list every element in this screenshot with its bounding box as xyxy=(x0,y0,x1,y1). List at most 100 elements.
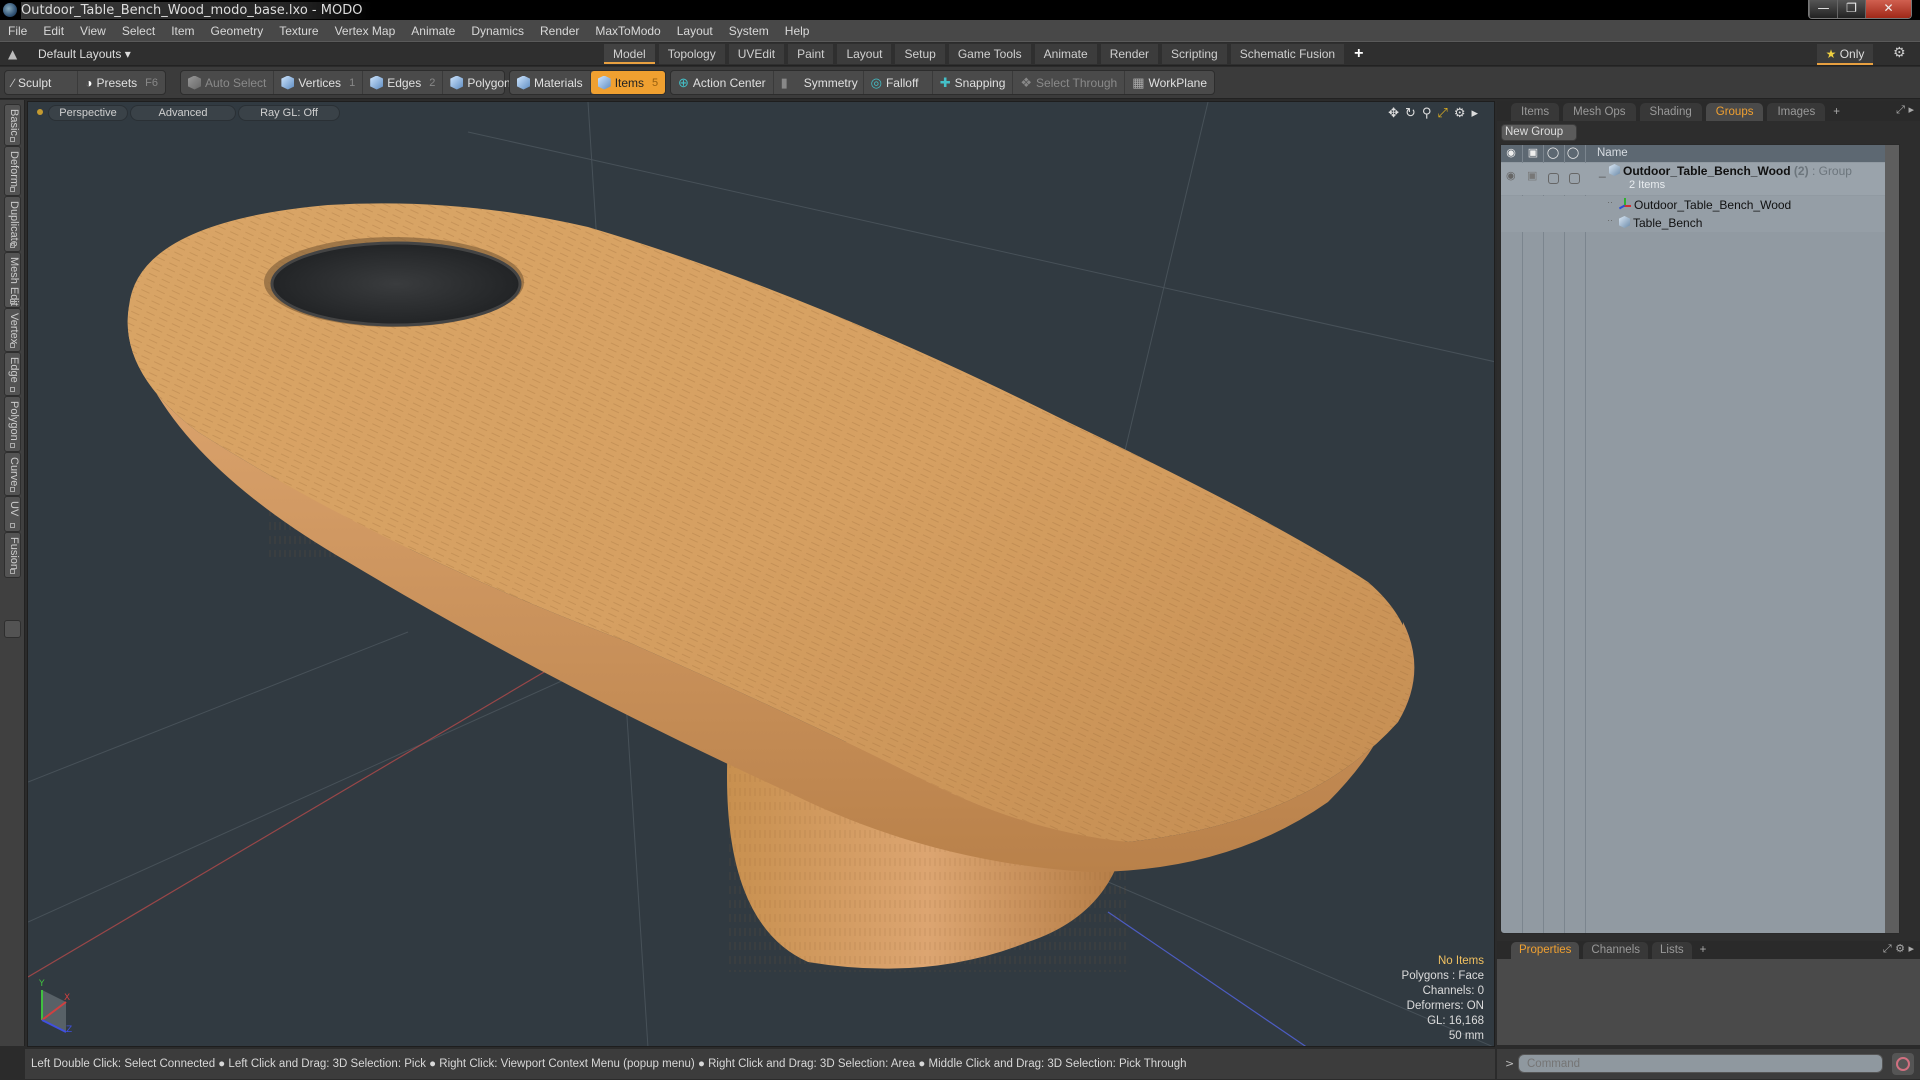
select-column-icon[interactable]: ◯ xyxy=(1563,146,1583,159)
new-group-button[interactable]: New Group xyxy=(1501,124,1577,141)
tree-expander[interactable]: _ xyxy=(1599,164,1606,178)
vtab-mesh-edit[interactable]: Mesh Edit xyxy=(4,252,21,308)
menu-item[interactable]: Item xyxy=(163,24,202,38)
snapping-button[interactable]: ✚ Snapping xyxy=(933,71,1014,94)
presets-button[interactable]: ◑ Presets F6 xyxy=(78,71,165,94)
group-child-row[interactable]: ·· Table_Bench xyxy=(1501,214,1899,232)
tab-images[interactable]: Images xyxy=(1767,103,1826,121)
vtab-fusion[interactable]: Fusion xyxy=(4,532,21,578)
tab-model[interactable]: Model xyxy=(604,44,655,64)
only-button[interactable]: ★ Only xyxy=(1817,44,1873,65)
menu-dynamics[interactable]: Dynamics xyxy=(463,24,532,38)
record-macro-button[interactable] xyxy=(1892,1053,1914,1075)
tab-game-tools[interactable]: Game Tools xyxy=(948,44,1031,64)
close-button[interactable]: ✕ xyxy=(1865,0,1911,18)
maximize-icon[interactable]: ⤢ xyxy=(1437,106,1447,121)
menu-select[interactable]: Select xyxy=(114,24,163,38)
tab-schematic-fusion[interactable]: Schematic Fusion xyxy=(1230,44,1345,64)
viewport-settings-icon[interactable]: ⚙ xyxy=(1454,106,1466,121)
row-lock-toggle[interactable] xyxy=(1548,173,1559,184)
axis-gizmo: Y X Z xyxy=(38,979,72,1035)
add-tab-button[interactable]: + xyxy=(1348,44,1369,64)
menu-layout[interactable]: Layout xyxy=(669,24,721,38)
vtab-edge[interactable]: Edge xyxy=(4,352,21,396)
vtab-uv[interactable]: UV xyxy=(4,496,21,532)
sculpt-button[interactable]: ∕ Sculpt xyxy=(5,71,79,94)
menu-view[interactable]: View xyxy=(72,24,114,38)
tab-setup[interactable]: Setup xyxy=(895,44,945,64)
tab-properties[interactable]: Properties xyxy=(1511,942,1580,959)
rotate-icon[interactable]: ↻ xyxy=(1405,106,1416,121)
row-render-icon[interactable]: ▣ xyxy=(1527,169,1537,182)
tab-paint[interactable]: Paint xyxy=(788,44,834,64)
tab-channels[interactable]: Channels xyxy=(1583,942,1649,959)
default-layouts-dropdown[interactable]: Default Layouts ▾ xyxy=(38,47,131,61)
tab-mesh-ops[interactable]: Mesh Ops xyxy=(1563,103,1636,121)
menu-system[interactable]: System xyxy=(721,24,777,38)
edges-button[interactable]: Edges 2 xyxy=(363,71,444,94)
pan-icon[interactable]: ✥ xyxy=(1388,106,1399,121)
row-select-toggle[interactable] xyxy=(1569,173,1580,184)
add-properties-tab-button[interactable]: + xyxy=(1696,942,1711,959)
vtab-curve[interactable]: Curve xyxy=(4,452,21,496)
render-column-icon[interactable]: ▣ xyxy=(1523,146,1543,159)
tab-groups[interactable]: Groups xyxy=(1705,103,1764,121)
auto-select-button[interactable]: Auto Select xyxy=(181,71,275,94)
raygl-button[interactable]: Ray GL: Off xyxy=(238,105,340,121)
tab-layout[interactable]: Layout xyxy=(837,44,892,64)
materials-button[interactable]: Materials xyxy=(510,71,591,94)
expand-arrow-icon[interactable]: ▸ xyxy=(1471,106,1478,121)
menu-geometry[interactable]: Geometry xyxy=(203,24,272,38)
vertices-button[interactable]: Vertices 1 xyxy=(274,71,364,94)
menu-vertex-map[interactable]: Vertex Map xyxy=(327,24,404,38)
items-button[interactable]: Items 5 xyxy=(590,71,666,94)
shading-mode-button[interactable]: Advanced xyxy=(130,105,236,121)
menu-texture[interactable]: Texture xyxy=(271,24,326,38)
vtab-deform[interactable]: Deform xyxy=(4,146,21,196)
row-visibility-icon[interactable]: ◉ xyxy=(1506,169,1516,182)
lock-column-icon[interactable]: ◯ xyxy=(1543,146,1563,159)
tab-items[interactable]: Items xyxy=(1511,103,1560,121)
palette-toggle-button[interactable] xyxy=(4,620,21,638)
tab-animate[interactable]: Animate xyxy=(1034,44,1097,64)
group-row[interactable]: ◉ ▣ _ Outdoor_Table_Bench_Wood (2) : Gro… xyxy=(1501,163,1899,195)
vtab-vertex[interactable]: Vertex xyxy=(4,308,21,352)
menu-help[interactable]: Help xyxy=(777,24,818,38)
viewport-scene[interactable]: Y X Z xyxy=(28,102,1495,1047)
vtab-basic[interactable]: Basic xyxy=(4,104,21,146)
view-mode-button[interactable]: Perspective xyxy=(48,105,128,121)
add-panel-tab-button[interactable]: + xyxy=(1829,103,1844,121)
symmetry-button[interactable]: ▮ Symmetry xyxy=(774,71,864,94)
menu-edit[interactable]: Edit xyxy=(35,24,72,38)
command-input[interactable] xyxy=(1518,1054,1883,1073)
panel-expand-icon[interactable]: ⤢ ▸ xyxy=(1896,103,1914,117)
action-center-button[interactable]: ⊕ Action Center xyxy=(671,71,774,94)
visibility-column-icon[interactable]: ◉ xyxy=(1501,146,1521,159)
zoom-icon[interactable]: ⚲ xyxy=(1422,106,1432,121)
tree-scrollbar[interactable] xyxy=(1885,145,1899,933)
collapse-arrow-icon[interactable]: ▲ xyxy=(8,47,17,61)
menu-file[interactable]: File xyxy=(0,24,35,38)
viewport-indicator-icon[interactable] xyxy=(37,109,43,115)
name-column-header[interactable]: Name xyxy=(1597,147,1628,159)
menu-maxtomodo[interactable]: MaxToModo xyxy=(587,24,668,38)
tab-uvedit[interactable]: UVEdit xyxy=(728,44,785,64)
menu-render[interactable]: Render xyxy=(532,24,587,38)
falloff-button[interactable]: ◎ Falloff xyxy=(864,71,933,94)
tab-shading[interactable]: Shading xyxy=(1639,103,1702,121)
tab-render[interactable]: Render xyxy=(1100,44,1159,64)
group-child-row[interactable]: ·· Outdoor_Table_Bench_Wood xyxy=(1501,196,1899,214)
3d-viewport[interactable]: Y X Z Perspective Advanced Ray GL: Off ✥… xyxy=(27,101,1495,1047)
workplane-button[interactable]: ▦ WorkPlane xyxy=(1125,71,1214,94)
menu-animate[interactable]: Animate xyxy=(403,24,463,38)
tab-scripting[interactable]: Scripting xyxy=(1162,44,1227,64)
tab-lists[interactable]: Lists xyxy=(1652,942,1692,959)
minimize-button[interactable]: — xyxy=(1809,0,1837,18)
vtab-polygon[interactable]: Polygon xyxy=(4,396,21,452)
restore-button[interactable]: ❐ xyxy=(1837,0,1865,18)
properties-panel-controls-icon[interactable]: ⤢ ⚙ ▸ xyxy=(1883,942,1914,956)
select-through-button[interactable]: ❖ Select Through xyxy=(1013,71,1126,94)
vtab-duplicate[interactable]: Duplicate xyxy=(4,196,21,252)
gear-icon[interactable]: ⚙ xyxy=(1893,45,1906,61)
tab-topology[interactable]: Topology xyxy=(658,44,725,64)
